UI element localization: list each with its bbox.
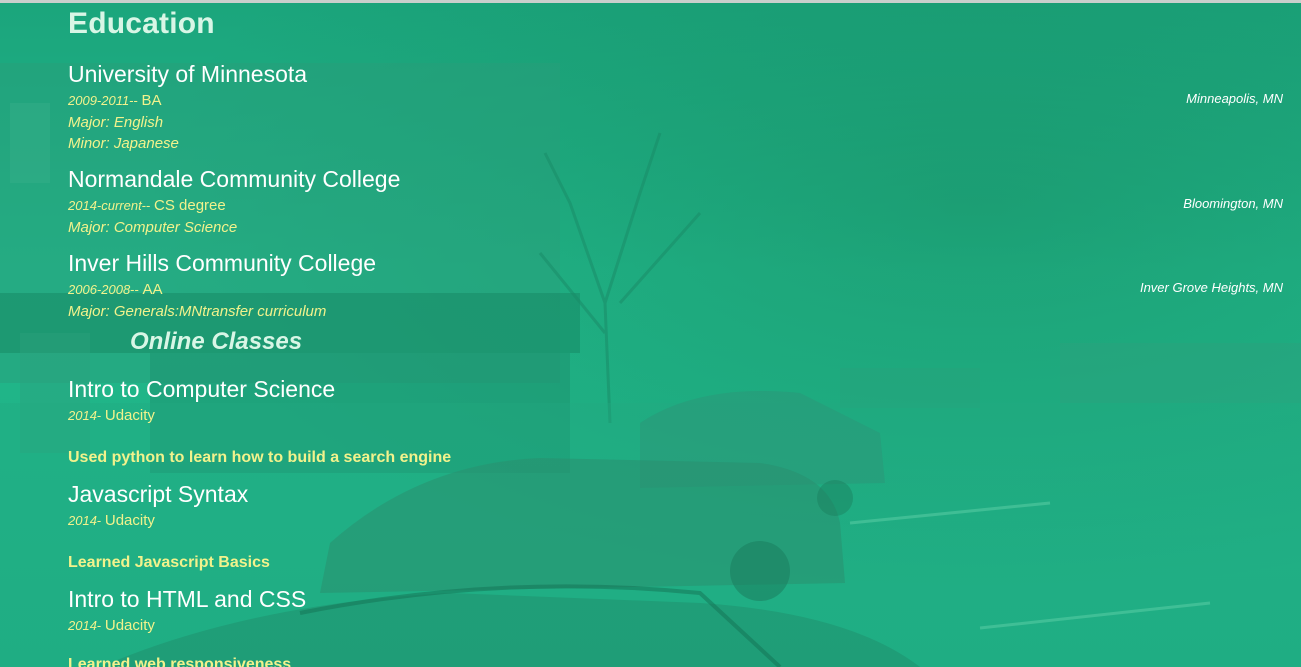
school-name: Inver Hills Community College	[68, 250, 377, 276]
year-separator: -	[96, 408, 105, 423]
school-minor: Minor: Japanese	[68, 135, 179, 152]
class-year: 2014	[68, 618, 97, 633]
class-provider: Udacity	[104, 512, 155, 529]
school-dates-degree: 2014-current-- CS degree	[68, 197, 226, 215]
school-location: Inver Grove Heights, MN	[1139, 280, 1283, 295]
school-major: Major: Generals:MNtransfer curriculum	[68, 303, 327, 320]
years-separator: --	[130, 282, 143, 297]
class-description: Learned Javascript Basics	[68, 554, 270, 571]
years-separator: --	[129, 93, 142, 108]
education-heading: Education	[68, 7, 215, 40]
class-name: Intro to Computer Science	[68, 376, 336, 402]
class-date-provider: 2014- Udacity	[68, 407, 155, 425]
school-years: 2009-2011	[68, 93, 130, 108]
class-year: 2014	[68, 513, 97, 528]
year-separator: -	[96, 618, 105, 633]
year-separator: -	[96, 513, 105, 528]
school-degree: CS degree	[154, 197, 226, 214]
school-years: 2006-2008	[68, 282, 131, 297]
online-classes-heading: Online Classes	[130, 328, 303, 355]
school-location: Minneapolis, MN	[1186, 91, 1283, 106]
school-location: Bloomington, MN	[1183, 196, 1283, 211]
class-provider: Udacity	[104, 407, 155, 424]
resume-education-section: Education University of Minnesota 2009-2…	[0, 3, 1301, 667]
years-separator: --	[141, 198, 154, 213]
school-name: Normandale Community College	[68, 166, 401, 192]
class-description: Used python to learn how to build a sear…	[68, 449, 452, 466]
school-dates-degree: 2006-2008-- AA	[68, 281, 162, 299]
school-years: 2014-current	[68, 198, 142, 213]
school-degree: BA	[141, 92, 162, 109]
class-year: 2014	[68, 408, 97, 423]
school-name: University of Minnesota	[68, 61, 308, 87]
school-dates-degree: 2009-2011-- BA	[68, 92, 162, 110]
school-degree: AA	[142, 281, 163, 298]
class-name: Intro to HTML and CSS	[68, 586, 307, 612]
class-date-provider: 2014- Udacity	[68, 617, 155, 635]
class-provider: Udacity	[104, 617, 155, 634]
class-date-provider: 2014- Udacity	[68, 512, 155, 530]
class-name: Javascript Syntax	[68, 481, 249, 507]
school-major: Major: English	[68, 114, 164, 131]
school-major: Major: Computer Science	[68, 219, 238, 236]
class-description: Learned web responsiveness	[68, 656, 292, 667]
